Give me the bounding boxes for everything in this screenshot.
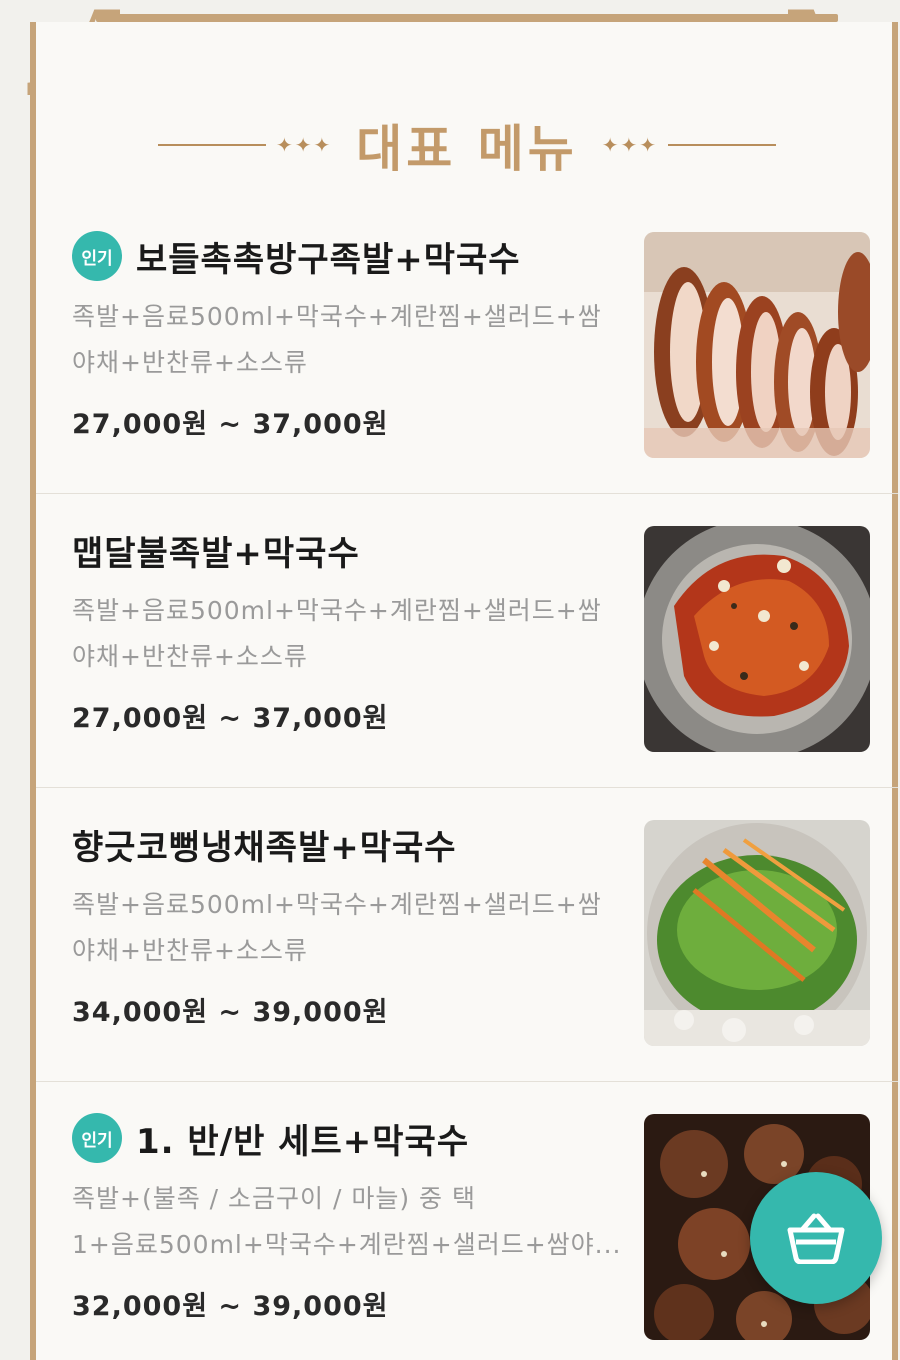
menu-item-price: 32,000원 ~ 39,000원 — [72, 1291, 389, 1322]
menu-item[interactable]: 인기 보들촉촉방구족발+막국수 족발+음료500ml+막국수+계란찜+샐러드+쌈… — [36, 200, 898, 494]
cart-button[interactable] — [750, 1172, 882, 1304]
menu-item-desc-line: 족발+음료500ml+막국수+계란찜+샐러드+쌈 — [72, 596, 602, 625]
section-header: ✦✦✦ 대표 메뉴 ✦✦✦ — [36, 105, 898, 185]
header-line-right — [667, 144, 776, 146]
menu-item-desc-line: 1+음료500ml+막국수+계란찜+샐러드+쌈야... — [72, 1230, 622, 1259]
menu-item-photo[interactable] — [644, 232, 870, 458]
menu-item-description: 족발+음료500ml+막국수+계란찜+샐러드+쌈 야채+반찬류+소스류 — [72, 588, 642, 680]
page-frame: ✦✦✦ 대표 메뉴 ✦✦✦ 인기 보들촉촉방구족발+막국수 족발+음료500ml… — [0, 0, 900, 1360]
menu-item-desc-line: 족발+음료500ml+막국수+계란찜+샐러드+쌈 — [72, 302, 602, 331]
menu-item-desc-line: 야채+반찬류+소스류 — [72, 936, 308, 965]
menu-item-text: 향긋코뻥냉채족발+막국수 족발+음료500ml+막국수+계란찜+샐러드+쌈 야채… — [72, 816, 642, 1029]
menu-item-text: 인기 1. 반/반 세트+막국수 족발+(불족 / 소금구이 / 마늘) 중 택… — [72, 1110, 642, 1323]
menu-item[interactable]: 향긋코뻥냉채족발+막국수 족발+음료500ml+막국수+계란찜+샐러드+쌈 야채… — [36, 788, 898, 1082]
popular-badge: 인기 — [72, 231, 122, 281]
header-line-left — [158, 144, 266, 146]
menu-item-description: 족발+(불족 / 소금구이 / 마늘) 중 택 1+음료500ml+막국수+계란… — [72, 1176, 642, 1268]
menu-item-desc-line: 족발+음료500ml+막국수+계란찜+샐러드+쌈 — [72, 890, 602, 919]
menu-item-price: 27,000원 ~ 37,000원 — [72, 703, 389, 734]
menu-item-name-row: 인기 보들촉촉방구족발+막국수 — [72, 228, 642, 284]
menu-item-description: 족발+음료500ml+막국수+계란찜+샐러드+쌈 야채+반찬류+소스류 — [72, 294, 642, 386]
panel-top-border — [96, 14, 838, 22]
diamond-ornament-icon: ✦✦✦ — [276, 133, 333, 157]
menu-item-name-row: 맵달불족발+막국수 — [72, 522, 642, 578]
menu-item-price: 34,000원 ~ 39,000원 — [72, 997, 389, 1028]
diamond-ornament-icon: ✦✦✦ — [601, 133, 658, 157]
menu-item-desc-line: 족발+(불족 / 소금구이 / 마늘) 중 택 — [72, 1184, 476, 1213]
menu-item-name: 맵달불족발+막국수 — [72, 533, 360, 574]
section-title: 대표 메뉴 — [356, 120, 578, 178]
menu-item-text: 인기 보들촉촉방구족발+막국수 족발+음료500ml+막국수+계란찜+샐러드+쌈… — [72, 228, 642, 441]
menu-item-description: 족발+음료500ml+막국수+계란찜+샐러드+쌈 야채+반찬류+소스류 — [72, 882, 642, 974]
menu-item-desc-line: 야채+반찬류+소스류 — [72, 642, 308, 671]
menu-list: 인기 보들촉촉방구족발+막국수 족발+음료500ml+막국수+계란찜+샐러드+쌈… — [36, 200, 898, 1360]
menu-item-photo[interactable] — [644, 820, 870, 1046]
menu-item-name-row: 향긋코뻥냉채족발+막국수 — [72, 816, 642, 872]
menu-item-text: 맵달불족발+막국수 족발+음료500ml+막국수+계란찜+샐러드+쌈 야채+반찬… — [72, 522, 642, 735]
menu-item-name: 향긋코뻥냉채족발+막국수 — [72, 827, 457, 868]
menu-item-photo[interactable] — [644, 526, 870, 752]
menu-item-name: 1. 반/반 세트+막국수 — [136, 1121, 470, 1162]
menu-item[interactable]: 맵달불족발+막국수 족발+음료500ml+막국수+계란찜+샐러드+쌈 야채+반찬… — [36, 494, 898, 788]
basket-icon — [787, 1213, 845, 1264]
menu-item-desc-line: 야채+반찬류+소스류 — [72, 348, 308, 377]
menu-item-name: 보들촉촉방구족발+막국수 — [136, 239, 521, 280]
popular-badge: 인기 — [72, 1113, 122, 1163]
menu-item-name-row: 인기 1. 반/반 세트+막국수 — [72, 1110, 642, 1166]
menu-item-price: 27,000원 ~ 37,000원 — [72, 409, 389, 440]
